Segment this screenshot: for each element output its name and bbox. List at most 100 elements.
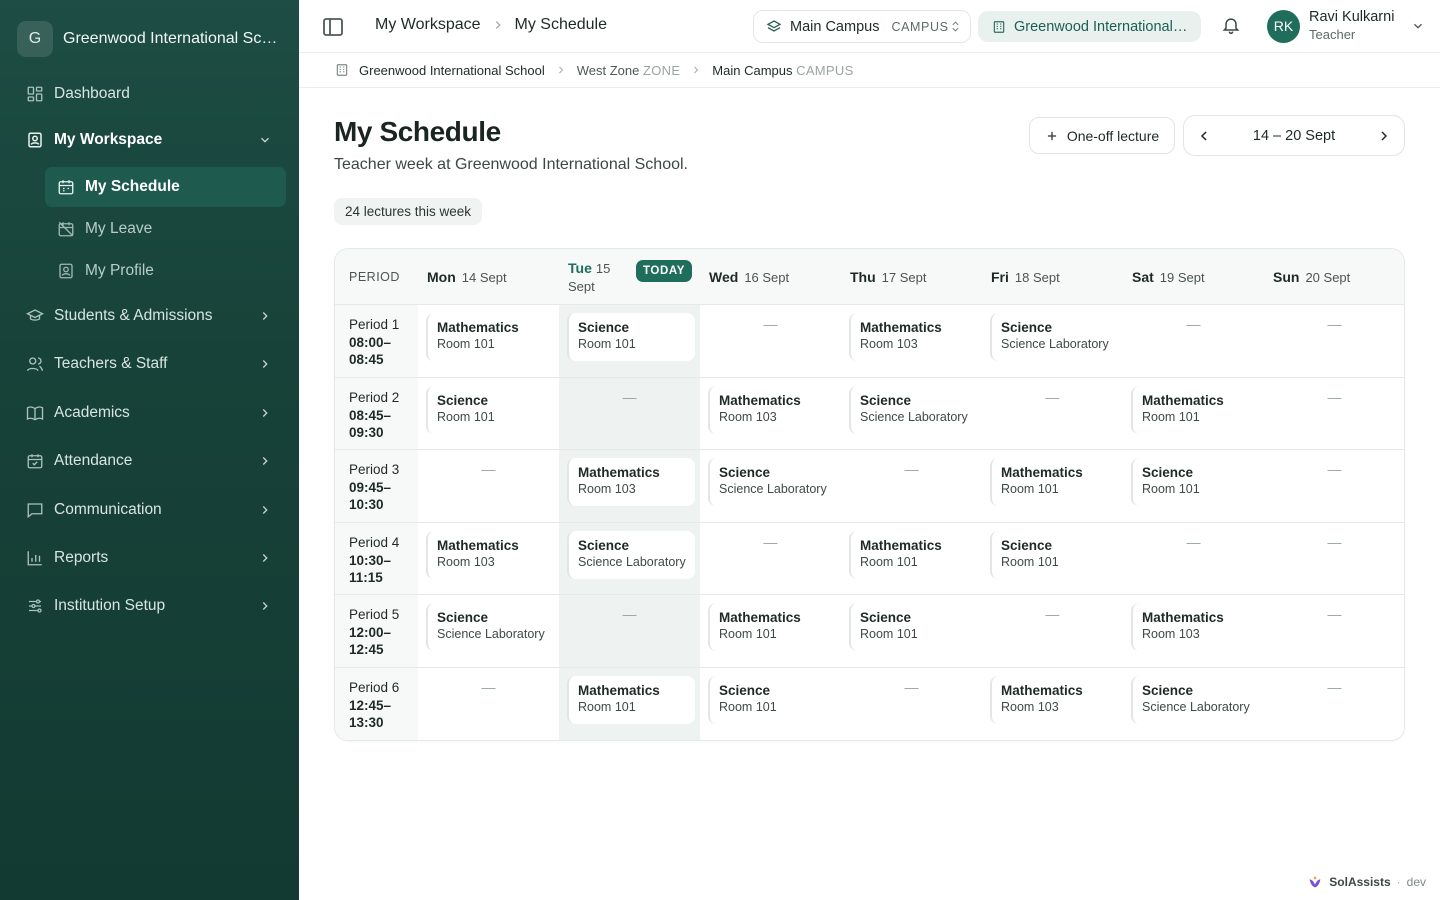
period-time: 08:00– 08:45 <box>349 334 392 368</box>
chevron-right-icon <box>262 360 268 368</box>
chevron-right-icon <box>262 457 268 465</box>
graduation-cap-icon <box>26 309 44 321</box>
empty-slot: — <box>622 606 637 622</box>
solassists-logo-icon <box>1309 876 1321 888</box>
lecture-slot[interactable]: Mathematics Room 101 <box>567 676 695 724</box>
lecture-subject: Mathematics <box>1142 610 1224 625</box>
sidebar-item-communication[interactable]: Communication <box>26 490 282 530</box>
profile-card-icon <box>59 263 73 279</box>
org-switcher[interactable]: G Greenwood International School <box>17 21 281 57</box>
lecture-room: Room 101 <box>1001 482 1059 496</box>
lecture-subject: Science <box>1142 683 1194 698</box>
day-header: Fri 18 Sept <box>982 249 1123 305</box>
calendar-off-icon <box>58 221 74 237</box>
lecture-room: Room 101 <box>719 700 777 714</box>
empty-slot: — <box>763 316 778 332</box>
campus-selector[interactable]: Main Campus CAMPUS <box>753 10 971 43</box>
sidebar-item-attendance[interactable]: Attendance <box>26 441 282 481</box>
one-off-lecture-label: One-off lecture <box>1066 127 1160 144</box>
lecture-slot[interactable]: Science Room 101 <box>708 676 836 724</box>
period-label-cell: Period 6 12:45– 13:30 <box>335 668 418 740</box>
lecture-slot[interactable]: Science Science Laboratory <box>990 313 1118 361</box>
sidebar-item-label: Communication <box>54 501 162 518</box>
lecture-slot[interactable]: Mathematics Room 101 <box>1131 386 1259 434</box>
lecture-subject: Science <box>578 538 630 553</box>
lecture-slot[interactable]: Science Room 101 <box>849 603 977 651</box>
day-header: Sun 20 Sept <box>1264 249 1404 305</box>
topbar: My Workspace My Schedule Main Campus CAM… <box>299 0 1440 53</box>
lecture-subject: Mathematics <box>437 538 519 553</box>
lecture-slot[interactable]: Science Science Laboratory <box>567 531 695 579</box>
sidebar-item-dashboard[interactable]: Dashboard <box>26 74 282 114</box>
lecture-slot[interactable]: Science Science Laboratory <box>1131 676 1259 724</box>
user-menu[interactable]: RK Ravi Kulkarni Teacher <box>1267 9 1425 43</box>
period-label: Period 4 <box>349 535 400 550</box>
org-logo: G <box>17 21 53 57</box>
sidebar-toggle-icon[interactable] <box>321 15 345 39</box>
book-icon <box>26 406 44 421</box>
lecture-slot[interactable]: Science Room 101 <box>990 531 1118 579</box>
lecture-slot[interactable]: Mathematics Room 103 <box>567 458 695 506</box>
lecture-slot[interactable]: Science Science Laboratory <box>849 386 977 434</box>
next-week-button[interactable] <box>1364 116 1404 155</box>
sidebar-item-label: My Profile <box>85 262 154 279</box>
sidebar-item-students-admissions[interactable]: Students & Admissions <box>26 296 282 336</box>
zone-kind: ZONE <box>642 62 681 78</box>
lecture-slot[interactable]: Science Room 101 <box>1131 458 1259 506</box>
empty-slot: — <box>481 679 496 695</box>
period-column-header: PERIOD <box>349 270 400 284</box>
sidebar-item-label: Teachers & Staff <box>54 355 168 372</box>
sliders-icon <box>29 599 42 613</box>
sidebar-item-my-schedule[interactable]: My Schedule <box>45 167 286 207</box>
lecture-slot[interactable]: Mathematics Room 103 <box>1131 603 1259 651</box>
lecture-room: Science Laboratory <box>860 410 968 424</box>
lecture-subject: Science <box>578 320 630 335</box>
sidebar-item-academics[interactable]: Academics <box>26 393 282 433</box>
chevron-left-icon <box>1200 130 1207 141</box>
lecture-slot[interactable]: Science Science Laboratory <box>708 458 836 506</box>
lecture-slot[interactable]: Mathematics Room 101 <box>849 531 977 579</box>
campus-name: Main Campus <box>712 62 793 78</box>
breadcrumb-workspace[interactable]: My Workspace <box>375 16 481 34</box>
empty-slot: — <box>1186 316 1201 332</box>
lecture-slot[interactable]: Science Science Laboratory <box>426 603 554 651</box>
period-label-cell: Period 4 10:30– 11:15 <box>335 523 418 594</box>
one-off-lecture-button[interactable]: One-off lecture <box>1029 117 1175 154</box>
empty-slot: — <box>1186 534 1201 550</box>
lecture-slot[interactable]: Mathematics Room 101 <box>426 313 554 361</box>
lecture-slot[interactable]: Science Room 101 <box>567 313 695 361</box>
lecture-slot[interactable]: Mathematics Room 101 <box>990 458 1118 506</box>
period-label: Period 5 <box>349 607 400 622</box>
lecture-subject: Science <box>437 610 489 625</box>
school-chip[interactable]: Greenwood International School <box>978 11 1201 42</box>
sidebar-item-reports[interactable]: Reports <box>26 538 282 578</box>
user-role: Teacher <box>1309 27 1356 42</box>
lecture-room: Science Laboratory <box>578 555 686 569</box>
notification-bell-icon[interactable] <box>1221 15 1241 35</box>
lecture-slot[interactable]: Mathematics Room 103 <box>426 531 554 579</box>
plus-icon <box>1047 131 1056 140</box>
location-zone[interactable]: West Zone ZONE <box>577 63 681 78</box>
lecture-slot[interactable]: Science Room 101 <box>426 386 554 434</box>
footer: SolAssists · dev <box>1307 874 1426 890</box>
org-name: Greenwood International School <box>63 30 281 47</box>
chevron-down-icon <box>261 137 269 143</box>
sidebar-item-institution-setup[interactable]: Institution Setup <box>26 586 282 626</box>
sidebar-item-my-workspace[interactable]: My Workspace <box>26 120 282 160</box>
lecture-slot[interactable]: Mathematics Room 103 <box>990 676 1118 724</box>
lecture-slot[interactable]: Mathematics Room 103 <box>849 313 977 361</box>
empty-slot: — <box>763 534 778 550</box>
lecture-count-badge: 24 lectures this week <box>334 198 483 225</box>
sidebar-item-my-profile[interactable]: My Profile <box>45 251 286 291</box>
day-name: Sat <box>1132 269 1154 285</box>
day-name: Sun <box>1273 269 1300 285</box>
previous-week-button[interactable] <box>1184 116 1224 155</box>
location-school[interactable]: Greenwood International School <box>359 63 545 78</box>
day-name: Tue <box>568 260 592 276</box>
sidebar-item-teachers-staff[interactable]: Teachers & Staff <box>26 344 282 384</box>
lecture-slot[interactable]: Mathematics Room 101 <box>708 603 836 651</box>
empty-slot: — <box>1327 606 1342 622</box>
sidebar-item-my-leave[interactable]: My Leave <box>45 209 286 249</box>
lecture-room: Room 101 <box>860 555 918 569</box>
lecture-slot[interactable]: Mathematics Room 103 <box>708 386 836 434</box>
